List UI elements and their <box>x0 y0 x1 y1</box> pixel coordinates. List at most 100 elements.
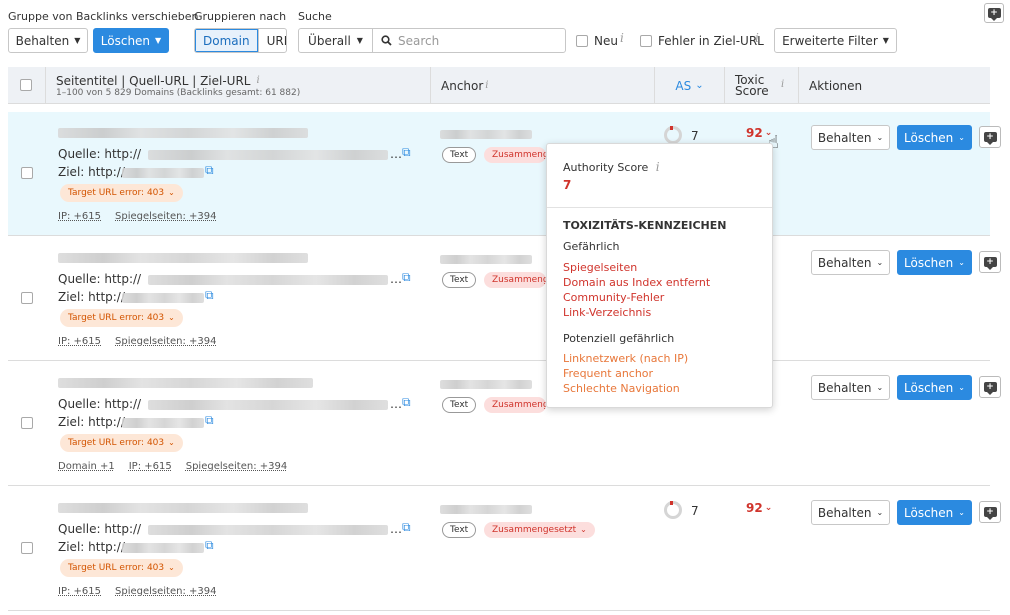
search-placeholder: Search <box>398 33 440 48</box>
dangerous-item[interactable]: Spiegelseiten <box>563 261 637 274</box>
chevron-down-icon: ⌄ <box>876 257 884 267</box>
row-checkbox[interactable] <box>21 292 33 304</box>
authority-score-value: 7 <box>563 178 572 192</box>
chevron-down-icon: ⌄ <box>876 507 884 517</box>
comment-icon: + <box>983 382 997 395</box>
col-title-label: Seitentitel | Quell-URL | Ziel-URL <box>56 73 251 88</box>
page-title-redacted <box>58 503 308 513</box>
row-checkbox[interactable] <box>21 167 33 179</box>
source-ellipsis: … <box>390 522 402 536</box>
advanced-filters-button[interactable]: Erweiterte Filter ▼ <box>774 28 897 53</box>
target-url-label: Ziel: http:// <box>58 290 125 304</box>
meta-mirror[interactable]: Spiegelseiten: +394 <box>115 336 216 347</box>
comment-button[interactable]: + <box>979 126 1001 148</box>
external-link-icon[interactable]: ⧉ <box>402 145 411 160</box>
source-url-redacted <box>148 150 388 160</box>
col-toxic[interactable]: Toxic Score i <box>724 67 798 104</box>
delete-button[interactable]: Löschen ⌄ <box>897 125 972 150</box>
external-link-icon[interactable]: ⧉ <box>402 520 411 535</box>
delete-button[interactable]: Löschen ⌄ <box>897 250 972 275</box>
group-url-option[interactable]: URL <box>259 29 286 52</box>
group-by-toggle[interactable]: Domain URL <box>194 28 287 53</box>
external-link-icon[interactable]: ⧉ <box>205 538 214 553</box>
meta-mirror[interactable]: Spiegelseiten: +394 <box>115 586 216 597</box>
target-error-checkbox[interactable] <box>640 35 652 47</box>
target-error-badge[interactable]: Target URL error: 403 ⌄ <box>60 434 183 452</box>
new-checkbox[interactable] <box>576 35 588 47</box>
search-input[interactable]: Search <box>373 29 565 52</box>
comment-icon: + <box>983 132 997 145</box>
source-ellipsis: … <box>390 147 402 161</box>
group-by-label: Gruppieren nach <box>194 10 287 23</box>
target-error-badge[interactable]: Target URL error: 403 ⌄ <box>60 309 183 327</box>
target-url-label: Ziel: http:// <box>58 165 125 179</box>
anchor-redacted <box>440 380 532 389</box>
keep-button[interactable]: Behalten ⌄ <box>811 375 890 400</box>
table-row: Quelle: http:// … ⧉ Ziel: http:// ⧉ Targ… <box>8 487 1001 611</box>
meta-mirror[interactable]: Spiegelseiten: +394 <box>115 211 216 222</box>
anchor-redacted <box>440 255 532 264</box>
potential-label: Potenziell gefährlich <box>563 332 675 345</box>
comment-button[interactable]: + <box>979 501 1001 523</box>
target-error-badge[interactable]: Target URL error: 403 ⌄ <box>60 559 183 577</box>
anchor-comp-tag[interactable]: Zusammengesetzt <box>484 272 546 288</box>
row-checkbox[interactable] <box>21 417 33 429</box>
delete-button[interactable]: Löschen ⌄ <box>897 375 972 400</box>
anchor-type-tag: Text <box>442 522 477 538</box>
chevron-down-icon: ⌄ <box>876 132 884 142</box>
comment-button[interactable]: + <box>979 251 1001 273</box>
col-as-sort[interactable]: AS ⌄ <box>654 67 724 104</box>
group-domain-option[interactable]: Domain <box>195 29 259 52</box>
meta-ip[interactable]: IP: +615 <box>58 586 101 597</box>
comment-icon: + <box>983 507 997 520</box>
comment-button[interactable]: + <box>979 376 1001 398</box>
info-icon: i <box>485 80 489 91</box>
feedback-button[interactable]: + <box>984 3 1004 23</box>
dangerous-item[interactable]: Domain aus Index entfernt <box>563 276 710 289</box>
authority-score: 7 <box>691 129 699 143</box>
page-title-redacted <box>58 253 308 263</box>
toxic-score-button[interactable]: 92 ⌄ <box>746 501 772 515</box>
info-icon: i <box>655 160 660 174</box>
anchor-comp-tag[interactable]: Zusammengesetzt <box>484 147 546 163</box>
external-link-icon[interactable]: ⧉ <box>402 270 411 285</box>
source-ellipsis: … <box>390 397 402 411</box>
keep-button[interactable]: Behalten ⌄ <box>811 250 890 275</box>
meta-ip[interactable]: IP: +615 <box>58 211 101 222</box>
external-link-icon[interactable]: ⧉ <box>205 163 214 178</box>
row-checkbox[interactable] <box>21 542 33 554</box>
target-error-badge[interactable]: Target URL error: 403 ⌄ <box>60 184 183 202</box>
external-link-icon[interactable]: ⧉ <box>205 413 214 428</box>
external-link-icon[interactable]: ⧉ <box>402 395 411 410</box>
meta-mirror[interactable]: Spiegelseiten: +394 <box>186 461 287 472</box>
delete-group-button[interactable]: Löschen ▼ <box>93 28 169 53</box>
anchor-comp-text: Zusammengesetzt <box>492 525 577 535</box>
dangerous-item[interactable]: Community-Fehler <box>563 291 664 304</box>
delete-button[interactable]: Löschen ⌄ <box>897 500 972 525</box>
keep-button[interactable]: Behalten ⌄ <box>811 125 890 150</box>
anchor-type-tag: Text <box>442 272 477 288</box>
potential-item[interactable]: Schlechte Navigation <box>563 382 680 395</box>
keep-label: Behalten <box>817 380 872 395</box>
keep-button[interactable]: Behalten ⌄ <box>811 500 890 525</box>
keep-label: Behalten <box>817 255 872 270</box>
chevron-down-icon: ⌄ <box>958 507 965 517</box>
meta-ip[interactable]: IP: +615 <box>58 336 101 347</box>
table-row: Quelle: http:// … ⧉ Ziel: http:// ⧉ Targ… <box>8 112 1001 236</box>
toxic-score: 92 <box>746 501 763 515</box>
keep-group-button[interactable]: Behalten ▼ <box>8 28 88 53</box>
select-all-checkbox[interactable] <box>20 79 32 91</box>
source-url-redacted <box>148 275 388 285</box>
delete-label: Löschen <box>904 380 954 395</box>
meta-domain[interactable]: Domain +1 <box>58 461 115 472</box>
anchor-comp-tag[interactable]: Zusammengesetzt ⌄ <box>484 522 595 538</box>
search-scope-select[interactable]: Überall ▼ <box>299 29 373 52</box>
potential-item[interactable]: Frequent anchor <box>563 367 653 380</box>
anchor-comp-tag[interactable]: Zusammengesetzt <box>484 397 546 413</box>
anchor-type-tag: Text <box>442 147 477 163</box>
potential-item[interactable]: Linknetzwerk (nach IP) <box>563 352 688 365</box>
external-link-icon[interactable]: ⧉ <box>205 288 214 303</box>
dangerous-item[interactable]: Link-Verzeichnis <box>563 306 651 319</box>
search-box[interactable]: Überall ▼ Search <box>298 28 566 53</box>
meta-ip[interactable]: IP: +615 <box>129 461 172 472</box>
